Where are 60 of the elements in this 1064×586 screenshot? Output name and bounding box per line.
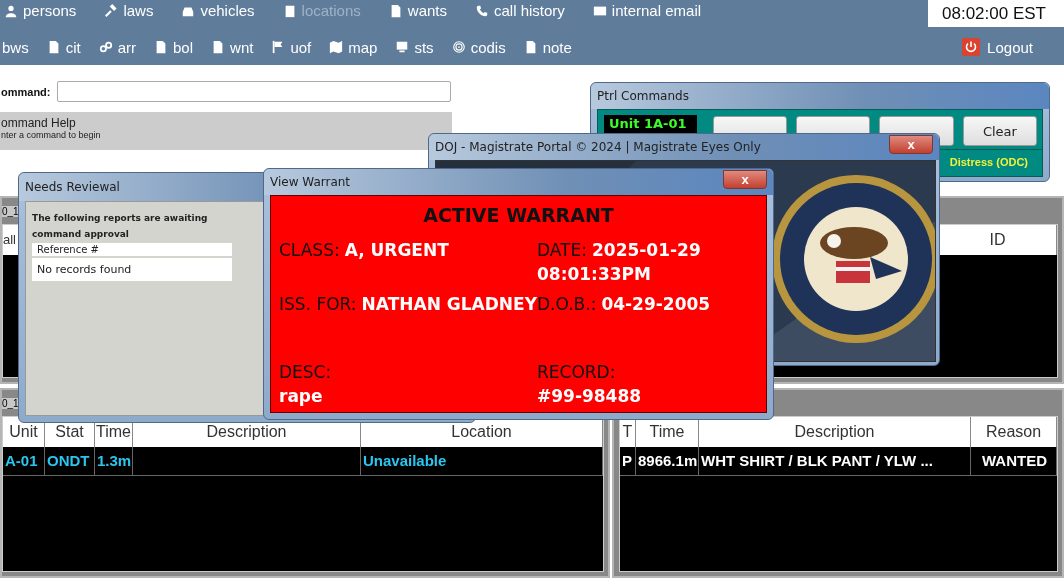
status-text: Distress (ODC)	[949, 156, 1028, 168]
map-icon	[329, 40, 344, 54]
window-title: View Warrant	[270, 175, 351, 189]
nav-link[interactable]: note	[523, 38, 572, 56]
table-cell: P	[620, 447, 636, 475]
table-cell: Unavailable	[361, 447, 603, 475]
logout-link[interactable]: Logout	[962, 38, 1033, 56]
window-title: Needs Reviewal	[25, 180, 120, 194]
panel-title: 0_1	[2, 205, 20, 217]
nav-link[interactable]: wants	[388, 2, 447, 19]
command-label: ommand:	[1, 85, 51, 98]
window-title: DOJ - Magistrate Portal © 2024 | Magistrate Eyes Only	[435, 140, 761, 154]
close-button[interactable]: x	[889, 135, 933, 154]
monitor-icon	[395, 40, 410, 54]
person-icon	[4, 3, 18, 18]
gavel-icon	[104, 3, 119, 18]
table-cell: 8966.1m	[636, 447, 699, 475]
nav-link[interactable]: wnt	[211, 38, 254, 56]
review-message: The following reports are awaiting command approval	[32, 212, 209, 241]
nav-link[interactable]: laws	[104, 2, 154, 19]
window-title: Ptrl Commands	[597, 89, 689, 103]
warrant-field: CLASS: A, URGENT	[279, 238, 537, 286]
warrant-field: DATE: 2025-01-29 08:01:33PM	[537, 238, 769, 286]
help-title: ommand Help	[1, 116, 77, 130]
warrant-heading: ACTIVE WARRANT	[422, 204, 615, 226]
nav-link[interactable]: bws	[2, 38, 29, 56]
nav-link[interactable]: map	[329, 38, 378, 56]
nav-link[interactable]: vehicles	[181, 2, 255, 19]
nav-link[interactable]: arr	[98, 38, 137, 56]
panel-title: 0_1	[2, 397, 20, 409]
warrant-field: DESC: rape	[279, 360, 537, 408]
unit-label: Unit 1A-01	[604, 115, 697, 133]
warrant-field: D.O.B.: 04-29-2005	[537, 292, 769, 340]
nav-link[interactable]: sts	[395, 38, 434, 56]
nav-link[interactable]: uof	[271, 38, 312, 56]
table-cell: ONDT	[45, 447, 95, 475]
column-header: Reason	[971, 417, 1057, 447]
table-cell: A-01	[3, 447, 45, 475]
nav-link[interactable]: codis	[451, 38, 506, 56]
nav-link[interactable]: internal email	[592, 2, 702, 19]
clear-button[interactable]: Clear	[962, 116, 1038, 146]
nav-link[interactable]: call history	[475, 2, 565, 19]
nav-link[interactable]: persons	[4, 2, 77, 19]
command-field[interactable]	[56, 81, 451, 102]
phone-icon	[475, 3, 489, 18]
power-icon	[962, 38, 981, 56]
empty-message: No records found	[32, 258, 232, 281]
help-hint: nter a command to begin	[1, 130, 102, 140]
warrant-field: ISS. FOR: NATHAN GLADNEY	[279, 292, 537, 340]
nav-link[interactable]: cit	[46, 38, 81, 56]
table-cell: WANTED	[971, 447, 1057, 475]
column-header: Reference #	[32, 243, 232, 256]
close-button[interactable]: x	[723, 170, 767, 189]
nav-link[interactable]: bol	[154, 38, 194, 56]
table-cell: 1.3m	[95, 447, 133, 475]
table-cell: WHT SHIRT / BLK PANT / YLW ...	[699, 447, 971, 475]
fingerprint-icon	[451, 40, 466, 54]
warrant-field: RECORD: #99-98488	[537, 360, 769, 408]
clock: 08:02:00 EST	[928, 0, 1064, 27]
link-icon	[98, 40, 113, 54]
